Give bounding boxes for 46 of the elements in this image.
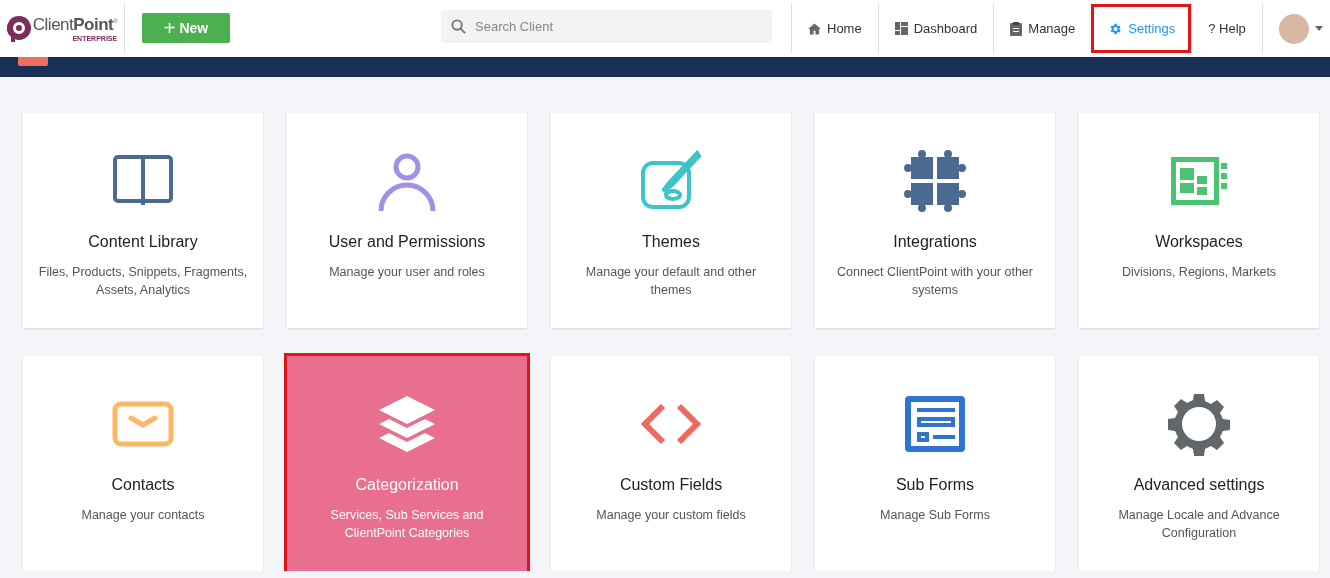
settings-card[interactable]: Custom Fields Manage your custom fields	[551, 356, 791, 571]
card-title: Sub Forms	[895, 476, 975, 494]
settings-card[interactable]: User and Permissions Manage your user and roles	[287, 113, 527, 328]
card-title: Integrations	[893, 233, 977, 251]
brand-name: ClientPoint$^{®}$	[32, 15, 118, 35]
search-icon	[451, 19, 466, 34]
puzzle-icon	[903, 149, 967, 213]
card-title: Contacts	[111, 476, 175, 494]
settings-card[interactable]: Content Library Files, Products, Snippets, Fragments, Assets, Analytics	[23, 113, 263, 328]
avatar[interactable]	[1278, 13, 1309, 44]
clipboard-icon	[1010, 21, 1023, 36]
card-title: User and Permissions	[328, 233, 486, 251]
card-description: Divisions, Regions, Markets	[1120, 264, 1278, 281]
card-description: Manage your contacts	[80, 507, 206, 524]
nav-link[interactable]: Manage	[993, 4, 1092, 53]
search-field[interactable]: Search Client	[441, 10, 772, 43]
card-title: Content Library	[88, 233, 198, 251]
home-icon	[808, 22, 821, 35]
card-title: Workspaces	[1155, 233, 1243, 251]
card-title: Categorization	[355, 476, 459, 494]
dashboard-icon	[894, 22, 908, 35]
nav-link[interactable]: Dashboard	[877, 4, 994, 53]
caret-icon	[1314, 26, 1323, 31]
logo-mark-icon	[6, 15, 31, 42]
nav-link[interactable]: Home	[791, 4, 878, 53]
card-description: Manage Locale and Advance Configuration	[1117, 507, 1281, 542]
card-description: Files, Products, Snippets, Fragments, Assets, Analytics	[37, 264, 249, 299]
page-title-icon	[18, 57, 48, 66]
settings-card[interactable]: Workspaces Divisions, Regions, Markets	[1079, 113, 1319, 328]
card-description: Manage Sub Forms	[879, 507, 991, 524]
settings-card[interactable]: Themes Manage your default and other themes	[551, 113, 791, 328]
card-description: Connect ClientPoint with your other systems	[836, 264, 1034, 299]
card-title: Custom Fields	[619, 476, 723, 494]
card-description: Manage your custom fields	[595, 507, 747, 524]
settings-card[interactable]: Integrations Connect ClientPoint with your other systems	[815, 113, 1055, 328]
settings-icon	[1108, 21, 1123, 36]
card-description: Manage your user and roles	[328, 264, 486, 281]
card-description: Services, Sub Services and ClientPoint Categories	[329, 507, 485, 542]
settings-card[interactable]: Contacts Manage your contacts	[23, 356, 263, 571]
settings-card[interactable]: Sub Forms Manage Sub Forms	[815, 356, 1055, 571]
card-description: Manage your default and other themes	[584, 264, 758, 299]
settings-card[interactable]: Advanced settings Manage Locale and Advance Configuration	[1079, 356, 1319, 571]
nav-link[interactable]: ? Help	[1191, 4, 1262, 53]
card-title: Themes	[642, 233, 700, 251]
card-title: Advanced settings	[1133, 476, 1265, 494]
gear-icon	[1167, 392, 1231, 456]
